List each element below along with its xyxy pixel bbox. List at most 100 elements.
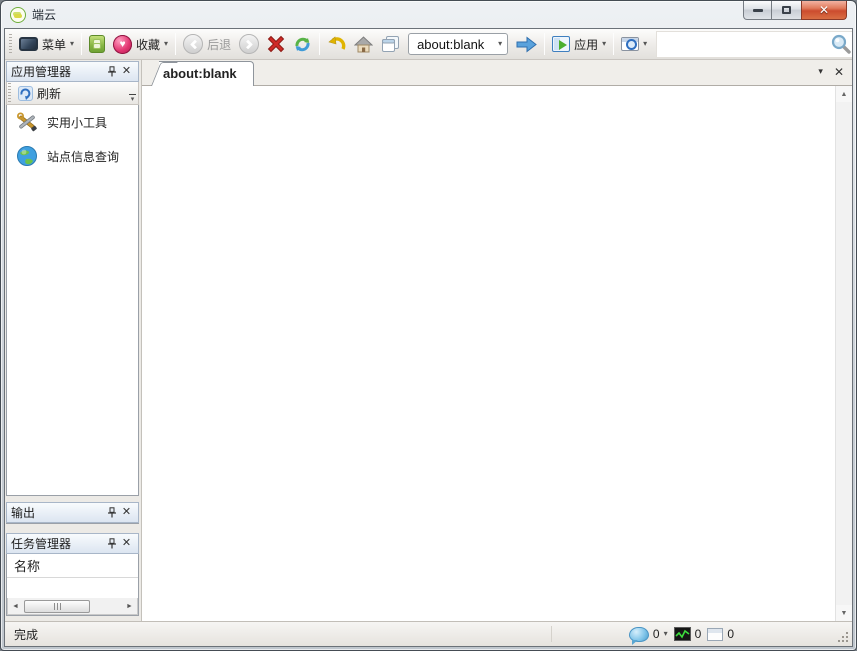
output-panel: 输出 ✕	[6, 502, 139, 524]
maximize-button[interactable]	[772, 1, 801, 20]
forward-icon	[239, 34, 259, 54]
scrollbar-track[interactable]	[23, 598, 122, 614]
refresh-apps-button[interactable]: 刷新	[14, 83, 65, 104]
go-button[interactable]	[512, 34, 541, 55]
output-header[interactable]: 输出 ✕	[6, 502, 139, 523]
undo-icon	[327, 36, 346, 53]
list-item-label: 站点信息查询	[47, 148, 119, 165]
list-item-site-info[interactable]: 站点信息查询	[7, 139, 138, 173]
resize-grip[interactable]	[835, 629, 848, 642]
scroll-down-icon[interactable]: ▼	[836, 605, 852, 621]
pin-icon	[107, 507, 117, 518]
stop-icon	[267, 35, 285, 53]
output-close-button[interactable]: ✕	[119, 505, 134, 520]
minimize-button[interactable]	[743, 1, 772, 20]
address-dropdown-icon[interactable]: ▾	[498, 40, 502, 48]
panel-toolbar-grip[interactable]	[8, 83, 11, 103]
forward-button[interactable]	[235, 32, 263, 56]
pages-button[interactable]	[377, 33, 404, 55]
window-controls: ✕	[743, 1, 847, 20]
status-counters: 0 ▾ 0 0	[629, 627, 734, 642]
overflow-chevron-icon: ▾	[131, 96, 135, 103]
browser-viewport: ▲ ▼	[142, 86, 852, 621]
tabstrip-controls: ▾ ✕	[818, 60, 844, 83]
page-search-dropdown-icon: ▾	[643, 40, 647, 48]
scrollbar-thumb[interactable]	[24, 600, 90, 613]
menu-icon	[19, 37, 38, 51]
sidebar: 应用管理器 ✕	[5, 60, 141, 621]
archive-button[interactable]	[85, 33, 109, 55]
pin-icon	[107, 66, 117, 77]
horizontal-scrollbar[interactable]: ◄ ►	[7, 598, 138, 615]
list-item-utility-tools[interactable]: 实用小工具	[7, 105, 138, 139]
home-button[interactable]	[350, 34, 377, 55]
menu-label: 菜单	[42, 36, 66, 53]
panel-toolbar-overflow-button[interactable]: ▾	[129, 94, 136, 103]
output-box[interactable]	[6, 523, 139, 524]
task-manager-title: 任务管理器	[11, 535, 71, 552]
app-logo-icon	[10, 7, 26, 23]
apps-button[interactable]: 应用 ▾	[548, 34, 610, 55]
status-text: 完成	[14, 626, 38, 643]
close-icon: ✕	[819, 4, 829, 16]
pin-button[interactable]	[104, 505, 119, 520]
go-arrow-icon	[516, 36, 537, 53]
app-manager-close-button[interactable]: ✕	[119, 64, 134, 79]
tab-label: about:blank	[163, 66, 237, 81]
refresh-small-icon	[18, 86, 33, 101]
home-icon	[354, 36, 373, 53]
back-button[interactable]: 后退	[179, 32, 235, 56]
favorites-button[interactable]: ♥ 收藏 ▾	[109, 33, 172, 56]
blank-page[interactable]	[142, 86, 835, 621]
task-manager-header[interactable]: 任务管理器 ✕	[6, 533, 139, 554]
menu-dropdown-icon: ▾	[70, 40, 74, 48]
activity-counter[interactable]: 0	[674, 627, 702, 641]
maximize-icon	[782, 6, 791, 14]
page-search-button[interactable]: ▾	[617, 35, 651, 53]
titlebar[interactable]: 端云 ✕	[1, 1, 856, 28]
search-button[interactable]	[824, 32, 853, 57]
output-title: 输出	[11, 504, 35, 521]
content-area: about:blank ▾ ✕ ▲ ▼	[141, 60, 852, 621]
app-manager-panel: 应用管理器 ✕	[6, 61, 139, 496]
toolbar-separator	[613, 33, 614, 55]
window-counter[interactable]: 0	[707, 627, 734, 641]
globe-icon	[16, 145, 38, 167]
app-window: 端云 ✕ 菜单 ▾ ♥ 收藏 ▾	[0, 0, 857, 651]
close-icon: ✕	[122, 507, 131, 518]
search-input[interactable]	[657, 32, 824, 57]
address-combobox[interactable]: about:blank ▾	[408, 33, 508, 55]
cabinet-icon	[89, 35, 105, 53]
chat-counter[interactable]: 0 ▾	[629, 627, 668, 642]
close-tab-icon[interactable]: ✕	[834, 66, 844, 78]
toolbar-separator	[175, 33, 176, 55]
task-manager-panel: 任务管理器 ✕	[6, 533, 139, 616]
toolbar-grip[interactable]	[9, 34, 12, 54]
scroll-up-icon[interactable]: ▲	[836, 86, 852, 102]
vertical-scrollbar[interactable]: ▲ ▼	[835, 86, 852, 621]
main-toolbar: 菜单 ▾ ♥ 收藏 ▾ 后退	[5, 29, 852, 60]
tab-strip: about:blank ▾ ✕	[142, 60, 852, 86]
activity-count: 0	[695, 627, 702, 641]
tools-icon	[16, 111, 38, 133]
scroll-left-icon[interactable]: ◄	[8, 603, 23, 610]
undo-button[interactable]	[323, 34, 350, 55]
tab-about-blank[interactable]: about:blank	[159, 61, 254, 86]
scroll-right-icon[interactable]: ►	[122, 603, 137, 610]
task-manager-close-button[interactable]: ✕	[119, 536, 134, 551]
task-table-body[interactable]	[7, 578, 138, 598]
toolbar-separator	[319, 33, 320, 55]
refresh-icon	[293, 35, 312, 54]
app-manager-header[interactable]: 应用管理器 ✕	[6, 61, 139, 82]
tab-list-dropdown-icon[interactable]: ▾	[818, 66, 823, 77]
stop-button[interactable]	[263, 33, 289, 55]
refresh-button[interactable]	[289, 33, 316, 56]
chat-count: 0	[653, 627, 660, 641]
task-column-header-name[interactable]: 名称	[7, 554, 138, 578]
menu-button[interactable]: 菜单 ▾	[15, 34, 78, 55]
pin-button[interactable]	[104, 536, 119, 551]
pin-button[interactable]	[104, 64, 119, 79]
chat-dropdown-icon[interactable]: ▾	[664, 630, 668, 638]
close-window-button[interactable]: ✕	[801, 1, 847, 20]
app-manager-toolbar: 刷新 ▾	[6, 82, 139, 105]
